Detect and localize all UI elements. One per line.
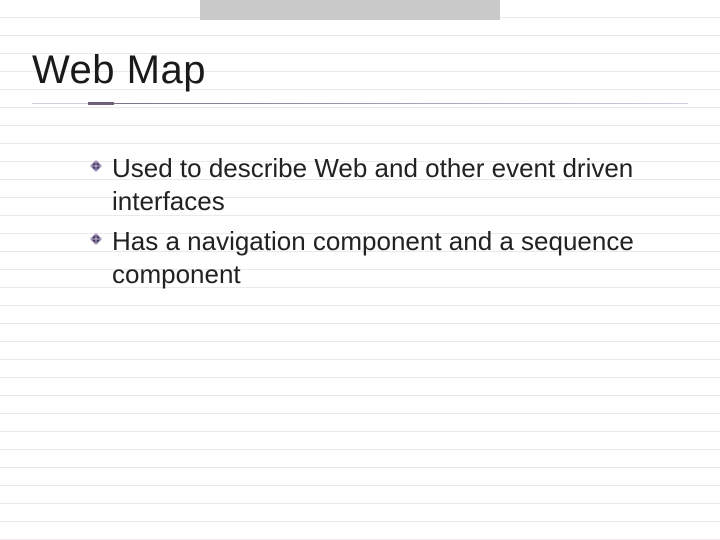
diamond-bullet-icon [90,160,102,172]
header-accent-band [200,0,500,20]
diamond-bullet-icon [90,233,102,245]
list-item: Used to describe Web and other event dri… [90,152,660,219]
body-area: Used to describe Web and other event dri… [90,152,660,297]
slide-title: Web Map [32,48,688,101]
title-underline [32,103,688,104]
list-item-text: Has a navigation component and a sequenc… [112,226,634,289]
slide: Web Map Used to describe Web and other e… [0,0,720,540]
list-item: Has a navigation component and a sequenc… [90,225,660,292]
list-item-text: Used to describe Web and other event dri… [112,153,633,216]
title-area: Web Map [32,48,688,104]
